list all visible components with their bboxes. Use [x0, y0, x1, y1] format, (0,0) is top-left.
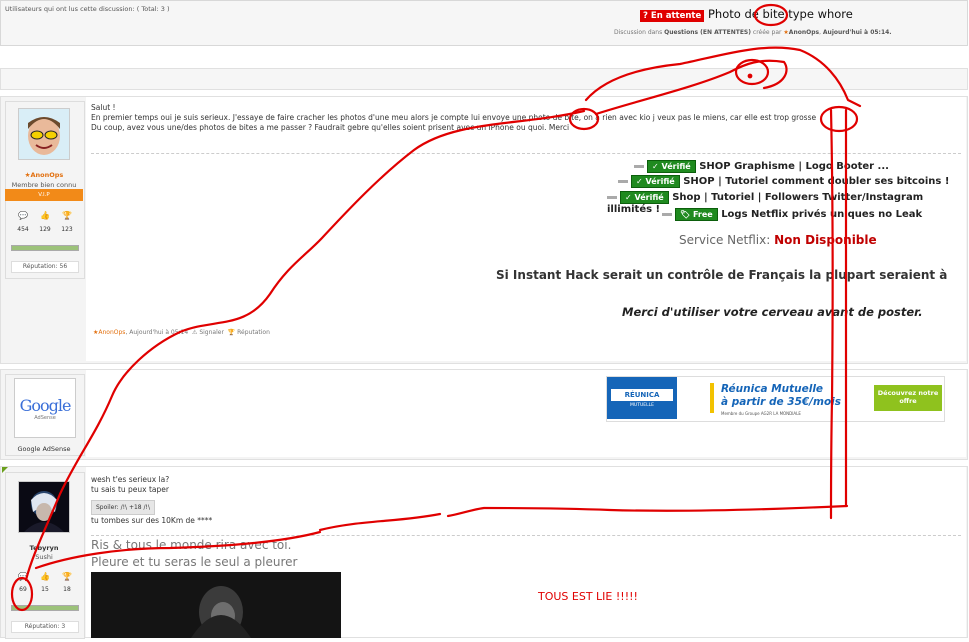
annotation-text: TOUS EST LIE !!!!!: [538, 590, 638, 603]
message-line: Du coup, avez vous une/des photos de bit…: [91, 123, 570, 132]
reputation-label: Réputation: 56: [11, 261, 79, 273]
thumbs-up-icon: 👍: [40, 211, 50, 220]
avatar[interactable]: [18, 481, 70, 533]
reputation-bar: [11, 605, 79, 611]
ad-accent-bar: [710, 383, 714, 413]
reputation-bar: [11, 245, 79, 251]
signature-link-text[interactable]: SHOP | Tutoriel comment doubler ses bitc…: [683, 176, 949, 187]
ad-cta-button[interactable]: Découvrez notre offre: [874, 385, 942, 411]
username[interactable]: AnonOps: [31, 171, 64, 179]
signature-divider: [91, 535, 961, 536]
reputation-link[interactable]: Réputation: [237, 329, 270, 336]
meta-date: Aujourd'hui à 05:14.: [822, 29, 892, 36]
signature-thanks: Merci d'utiliser votre cerveau avant de …: [622, 305, 923, 319]
signature-line: Ris & tous le monde rira avec toi.: [91, 538, 292, 552]
warning-icon: ⚠: [192, 329, 198, 336]
post-1-footer: ★AnonOps, Aujourd'hui à 05:14 ⚠ Signaler…: [93, 329, 270, 336]
meta-forum-link[interactable]: Questions (EN ATTENTES): [664, 29, 751, 36]
signature-link[interactable]: 🏷 Free Logs Netflix privés uniques no Le…: [662, 208, 922, 221]
signature-link-text[interactable]: SHOP Graphisme | Logo Booter ...: [699, 161, 889, 172]
dash-icon: [607, 195, 617, 199]
signature-line: Pleure et tu seras le seul a pleurer: [91, 555, 298, 569]
signature-divider: [91, 153, 961, 154]
reputation-label: Réputation: 3: [11, 621, 79, 633]
trophy-icon: 🏆: [62, 572, 72, 581]
likes-count[interactable]: 129: [35, 226, 55, 233]
verified-badge: ✓ Vérifié: [620, 191, 669, 204]
meta-prefix: Discussion dans: [614, 29, 663, 36]
message-line: Salut !: [91, 103, 116, 112]
username[interactable]: Tebyryn: [5, 544, 83, 552]
messages-count[interactable]: 69: [13, 586, 33, 593]
spoiler-button[interactable]: Spoiler: /!\ +18 /!\: [91, 500, 155, 515]
meta-author-link[interactable]: AnonOps: [789, 29, 819, 36]
signature-link[interactable]: ✓ Vérifié SHOP | Tutoriel comment double…: [618, 175, 949, 188]
ad-price[interactable]: à partir de 35€/mois: [721, 396, 841, 408]
status-badge-label: En attente: [650, 11, 702, 21]
message-line: wesh t'es serieux la?: [91, 475, 170, 484]
dash-icon: [662, 212, 672, 216]
avatar-image: [19, 109, 69, 159]
verified-badge: ✓ Vérifié: [631, 175, 680, 188]
ad-brand-sub: MUTUELLE: [630, 403, 654, 408]
service-label: Service Netflix:: [679, 233, 771, 247]
adsense-logo-text: Google: [19, 396, 72, 415]
adsense-logo-sub: AdSense: [34, 415, 56, 421]
footer-date[interactable]: Aujourd'hui à 05:14: [129, 329, 188, 336]
message-line: tu sais tu peux taper: [91, 485, 169, 494]
messages-count[interactable]: 454: [13, 226, 33, 233]
signature-image-art: [91, 572, 341, 638]
adsense-logo[interactable]: Google AdSense: [14, 378, 76, 438]
messages-icon: 💬: [18, 211, 28, 220]
thumbs-up-icon: 👍: [40, 572, 50, 581]
likes-count[interactable]: 15: [35, 586, 55, 593]
ad-fine-print: Membre du Groupe AG2R LA MONDIALE: [721, 411, 801, 416]
message-line: tu tombes sur des 10Km de ****: [91, 516, 213, 525]
ad-headline[interactable]: Réunica Mutuelle: [721, 383, 823, 395]
report-link[interactable]: Signaler: [199, 329, 224, 336]
page-title: Photo de bite type whore: [708, 7, 853, 21]
ad-username: Google AdSense: [17, 445, 71, 453]
readers-bar: [0, 68, 968, 90]
avatar-image: [19, 482, 69, 532]
signature-link-text[interactable]: Logs Netflix privés uniques no Leak: [721, 209, 922, 220]
free-badge: 🏷 Free: [675, 208, 718, 221]
trophy-icon: 🏆: [227, 329, 236, 336]
trophies-count[interactable]: 18: [57, 586, 77, 593]
signature-link[interactable]: ✓ Vérifié SHOP Graphisme | Logo Booter .…: [634, 160, 889, 173]
avatar[interactable]: [18, 108, 70, 160]
readers-text: Utilisateurs qui ont lus cette discussio…: [5, 5, 170, 13]
signature-quote: Si Instant Hack serait un contrôle de Fr…: [496, 268, 948, 282]
meta-by: créée par: [752, 29, 782, 36]
ad-brand-logo[interactable]: RÉUNICA MUTUELLE: [607, 377, 677, 419]
thread-meta: Discussion dans Questions (EN ATTENTES) …: [614, 29, 892, 36]
dash-icon: [634, 164, 644, 168]
post-1-body: [86, 97, 966, 361]
username-link[interactable]: ★AnonOps: [5, 171, 83, 179]
post-2-message: wesh t'es serieux la? tu sais tu peux ta…: [91, 475, 169, 495]
user-title: Sushi: [35, 553, 53, 561]
service-status: Service Netflix: Non Disponible: [679, 233, 877, 247]
messages-icon: 💬: [18, 572, 28, 581]
verified-badge: ✓ Vérifié: [647, 160, 696, 173]
footer-author-link[interactable]: AnonOps: [98, 329, 125, 336]
post-1-message: Salut ! En premier temps oui je suis ser…: [91, 103, 866, 133]
dash-icon: [618, 179, 628, 183]
status-badge[interactable]: ? En attente: [640, 10, 705, 22]
message-line: En premier temps oui je suis serieux. J'…: [91, 113, 817, 122]
service-status-value: Non Disponible: [774, 233, 877, 247]
trophies-count[interactable]: 123: [57, 226, 77, 233]
question-icon: ?: [643, 11, 648, 21]
user-title: Membre bien connu: [11, 181, 77, 189]
ad-brand: RÉUNICA: [611, 389, 673, 401]
signature-image: [91, 572, 341, 638]
rank-badge: V.I.P: [5, 189, 83, 201]
trophy-icon: 🏆: [62, 211, 72, 220]
